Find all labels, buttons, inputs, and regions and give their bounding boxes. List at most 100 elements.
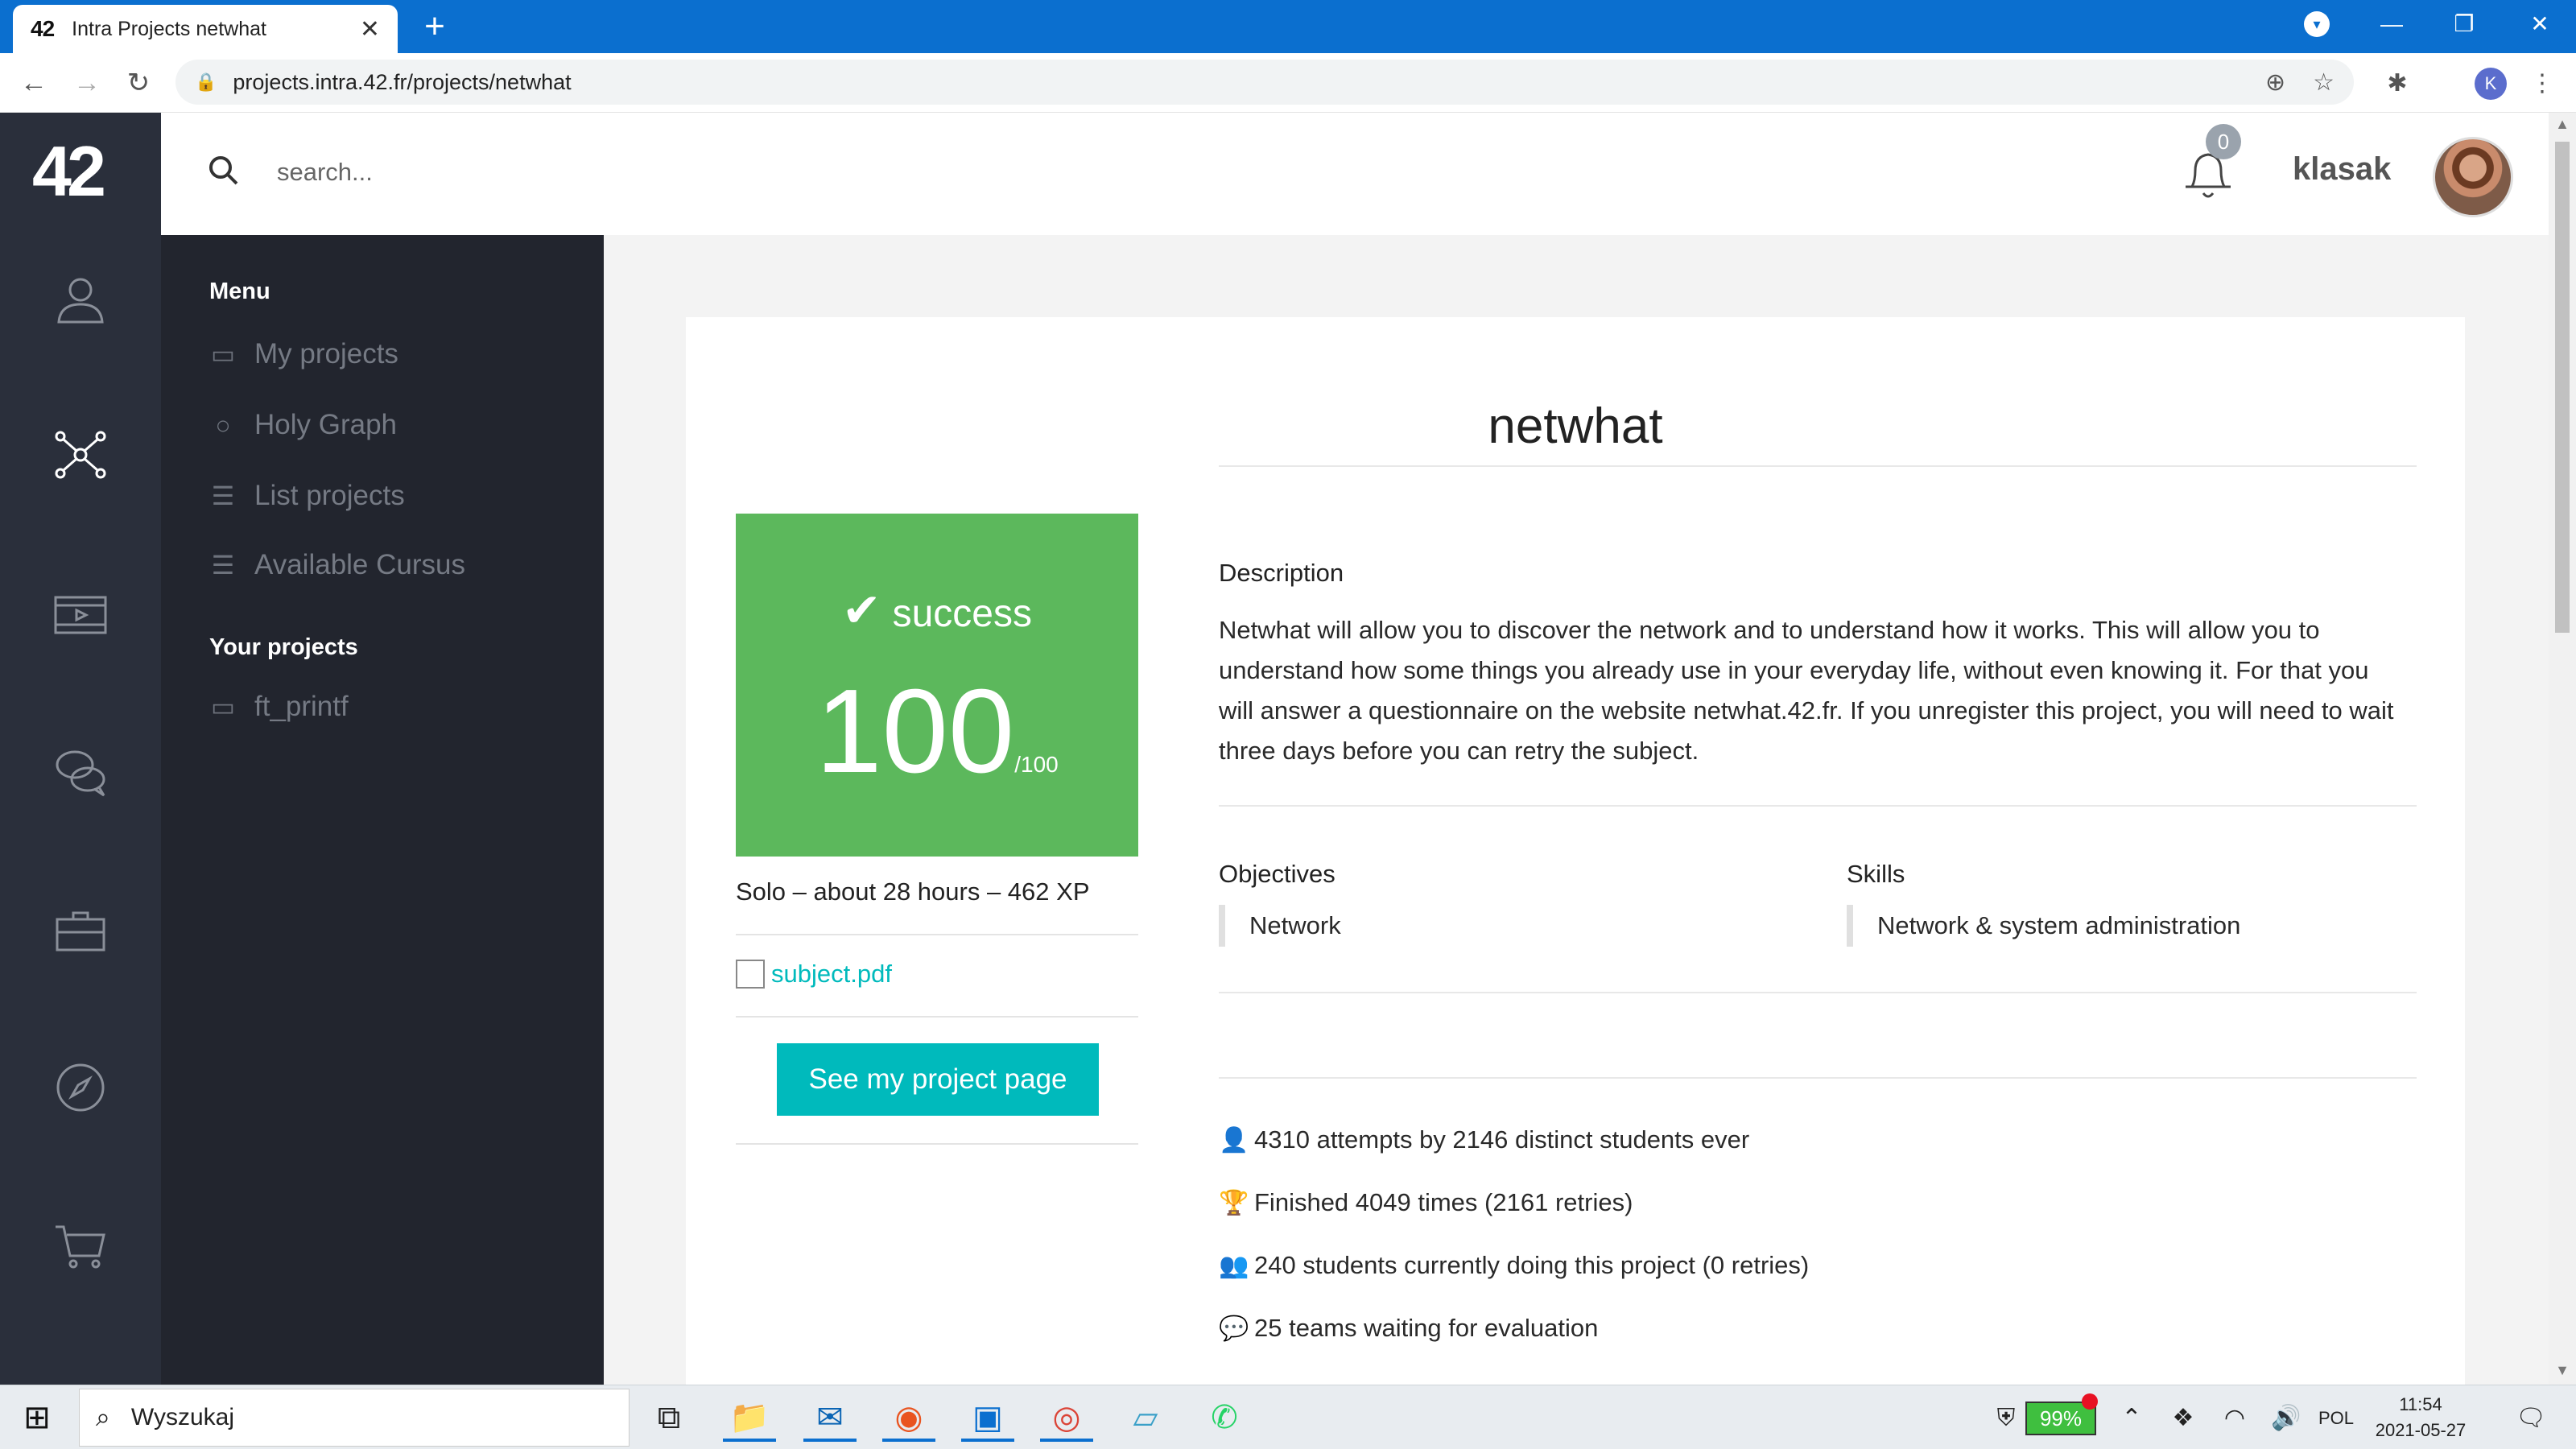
stat-text: 240 students currently doing this projec… <box>1254 1251 1810 1279</box>
project-card: netwhat ✔ success 100/100 Solo – about 28… <box>686 317 2465 1385</box>
tab-favicon-icon: 42 <box>31 16 55 41</box>
elearning-video-icon[interactable] <box>48 586 113 650</box>
subject-link-text[interactable]: subject.pdf <box>771 960 892 989</box>
compass-icon[interactable] <box>48 1059 113 1124</box>
divider <box>736 934 1138 935</box>
battery-alert-icon <box>2082 1393 2098 1410</box>
list-icon: ☰ <box>211 551 235 580</box>
profile-icon[interactable] <box>48 270 113 335</box>
app-icon[interactable]: ▣ <box>961 1393 1014 1442</box>
search-input[interactable] <box>277 148 760 196</box>
ubuntu-icon[interactable]: ◉ <box>882 1393 935 1442</box>
lock-icon: 🔒 <box>195 72 217 92</box>
project-title: netwhat <box>1488 398 1663 454</box>
menu-item-label: Holy Graph <box>254 409 398 440</box>
menu-item-label: My projects <box>254 338 398 369</box>
skills-label: Skills <box>1847 860 1905 888</box>
forum-chat-icon[interactable] <box>48 744 113 808</box>
divider <box>736 1143 1138 1145</box>
stat-text: Finished 4049 times (2161 retries) <box>1254 1188 1633 1216</box>
see-project-page-button[interactable]: See my project page <box>777 1043 1099 1116</box>
logo-42[interactable]: 42 <box>32 135 129 208</box>
browser-profile-avatar[interactable]: K <box>2475 68 2507 100</box>
icon-rail: 42 <box>0 113 161 1385</box>
divider <box>1219 465 2417 467</box>
new-tab-button[interactable]: + <box>419 6 451 47</box>
username[interactable]: klasak <box>2293 151 2391 188</box>
companies-briefcase-icon[interactable] <box>48 902 113 966</box>
zoom-icon[interactable]: ⊕ <box>2265 68 2285 97</box>
address-bar[interactable]: 🔒 projects.intra.42.fr/projects/netwhat … <box>175 60 2354 105</box>
tab-title: Intra Projects netwhat <box>72 17 266 40</box>
clock-date: 2021-05-27 <box>2375 1420 2467 1440</box>
document-icon <box>736 960 765 989</box>
notifications-count-badge: 0 <box>2206 124 2241 159</box>
notepad-icon[interactable]: ▱ <box>1119 1393 1172 1442</box>
extensions-puzzle-icon[interactable]: ✱ <box>2380 66 2415 101</box>
menu-item-list-projects[interactable]: ☰ List projects <box>206 472 405 520</box>
stat-attempts: 👤 4310 attempts by 2146 distinct student… <box>1219 1125 1749 1154</box>
menu-item-available-cursus[interactable]: ☰ Available Cursus <box>206 541 465 589</box>
forward-icon[interactable]: → <box>68 63 106 103</box>
project-meta: Solo – about 28 hours – 462 XP <box>736 877 1090 906</box>
shop-cart-icon[interactable] <box>48 1217 113 1282</box>
tab-close-icon[interactable]: ✕ <box>360 15 380 43</box>
menu-item-my-projects[interactable]: ▭ My projects <box>206 330 398 378</box>
side-menu: Menu ▭ My projects ○ Holy Graph ☰ List p… <box>161 235 604 1385</box>
page-scrollbar[interactable]: ▲ ▼ <box>2549 113 2576 1385</box>
menu-item-label: Available Cursus <box>254 549 465 580</box>
language-indicator[interactable]: POL <box>2312 1398 2360 1439</box>
file-explorer-icon[interactable]: 📁 <box>723 1393 776 1442</box>
user-avatar[interactable] <box>2433 137 2513 217</box>
tray-chevron-icon[interactable]: ⌃ <box>2116 1398 2148 1439</box>
tab-search-dropdown-icon[interactable]: ▾ <box>2304 11 2330 37</box>
windows-taskbar: ⊞ ⌕ Wyszukaj ⧉ 📁 ✉ ◉ ▣ ◎ ▱ ✆ ⛨ 99% ⌃ ❖ ◠… <box>0 1385 2576 1449</box>
scroll-up-icon[interactable]: ▲ <box>2549 116 2576 135</box>
whatsapp-icon[interactable]: ✆ <box>1198 1393 1251 1442</box>
scrollbar-thumb[interactable] <box>2555 142 2570 633</box>
wifi-icon[interactable]: ◠ <box>2219 1398 2251 1439</box>
reload-icon[interactable]: ↻ <box>119 63 158 103</box>
windows-start-icon[interactable]: ⊞ <box>11 1393 63 1442</box>
security-shield-icon[interactable]: ⛨ <box>1990 1398 2022 1439</box>
score-value: 100/100 <box>736 671 1138 792</box>
project-item-ft-printf[interactable]: ▭ ft_printf <box>206 683 349 731</box>
chat-icon: 💬 <box>1219 1315 1249 1342</box>
subject-pdf-link[interactable]: subject.pdf <box>736 960 892 989</box>
status-text: success <box>892 592 1032 635</box>
volume-icon[interactable]: 🔊 <box>2270 1398 2302 1439</box>
your-projects-heading: Your projects <box>209 634 358 660</box>
window-close-icon[interactable]: ✕ <box>2512 0 2568 48</box>
dropbox-icon[interactable]: ❖ <box>2167 1398 2199 1439</box>
taskbar-clock[interactable]: 11:54 2021-05-27 <box>2362 1392 2479 1443</box>
user-icon: 👤 <box>1219 1126 1249 1154</box>
url-text[interactable]: projects.intra.42.fr/projects/netwhat <box>233 70 2238 95</box>
trophy-icon: 🏆 <box>1219 1189 1249 1216</box>
search-icon[interactable] <box>206 153 246 193</box>
stat-current: 👥 240 students currently doing this proj… <box>1219 1251 1809 1280</box>
divider <box>1219 1077 2417 1079</box>
minimize-icon[interactable]: — <box>2363 0 2420 48</box>
stat-text: 25 teams waiting for evaluation <box>1254 1314 1599 1342</box>
task-view-icon[interactable]: ⧉ <box>642 1393 696 1442</box>
notification-center-icon[interactable]: 🗨 <box>2508 1398 2553 1439</box>
objectives-label: Objectives <box>1219 860 1335 888</box>
top-header: 0 klasak <box>161 113 2549 235</box>
bookmark-star-icon[interactable]: ☆ <box>2313 68 2334 97</box>
score-number: 100 <box>815 665 1015 798</box>
browser-menu-icon[interactable]: ⋮ <box>2524 66 2560 101</box>
objective-tag: Network <box>1219 905 1341 947</box>
back-icon[interactable]: ← <box>14 63 53 103</box>
score-max: /100 <box>1014 752 1059 777</box>
outlook-icon[interactable]: ✉ <box>803 1393 857 1442</box>
taskbar-search-box[interactable]: ⌕ Wyszukaj <box>79 1389 630 1447</box>
browser-tab[interactable]: 42 Intra Projects netwhat ✕ <box>13 5 398 53</box>
divider <box>1219 992 2417 993</box>
holy-graph-icon[interactable] <box>48 427 113 491</box>
chrome-icon[interactable]: ◎ <box>1040 1393 1093 1442</box>
menu-item-holy-graph[interactable]: ○ Holy Graph <box>206 401 397 449</box>
stat-finished: 🏆 Finished 4049 times (2161 retries) <box>1219 1188 1633 1217</box>
globe-icon: ○ <box>215 410 231 440</box>
restore-icon[interactable]: ❐ <box>2436 0 2492 48</box>
scroll-down-icon[interactable]: ▼ <box>2549 1362 2576 1381</box>
